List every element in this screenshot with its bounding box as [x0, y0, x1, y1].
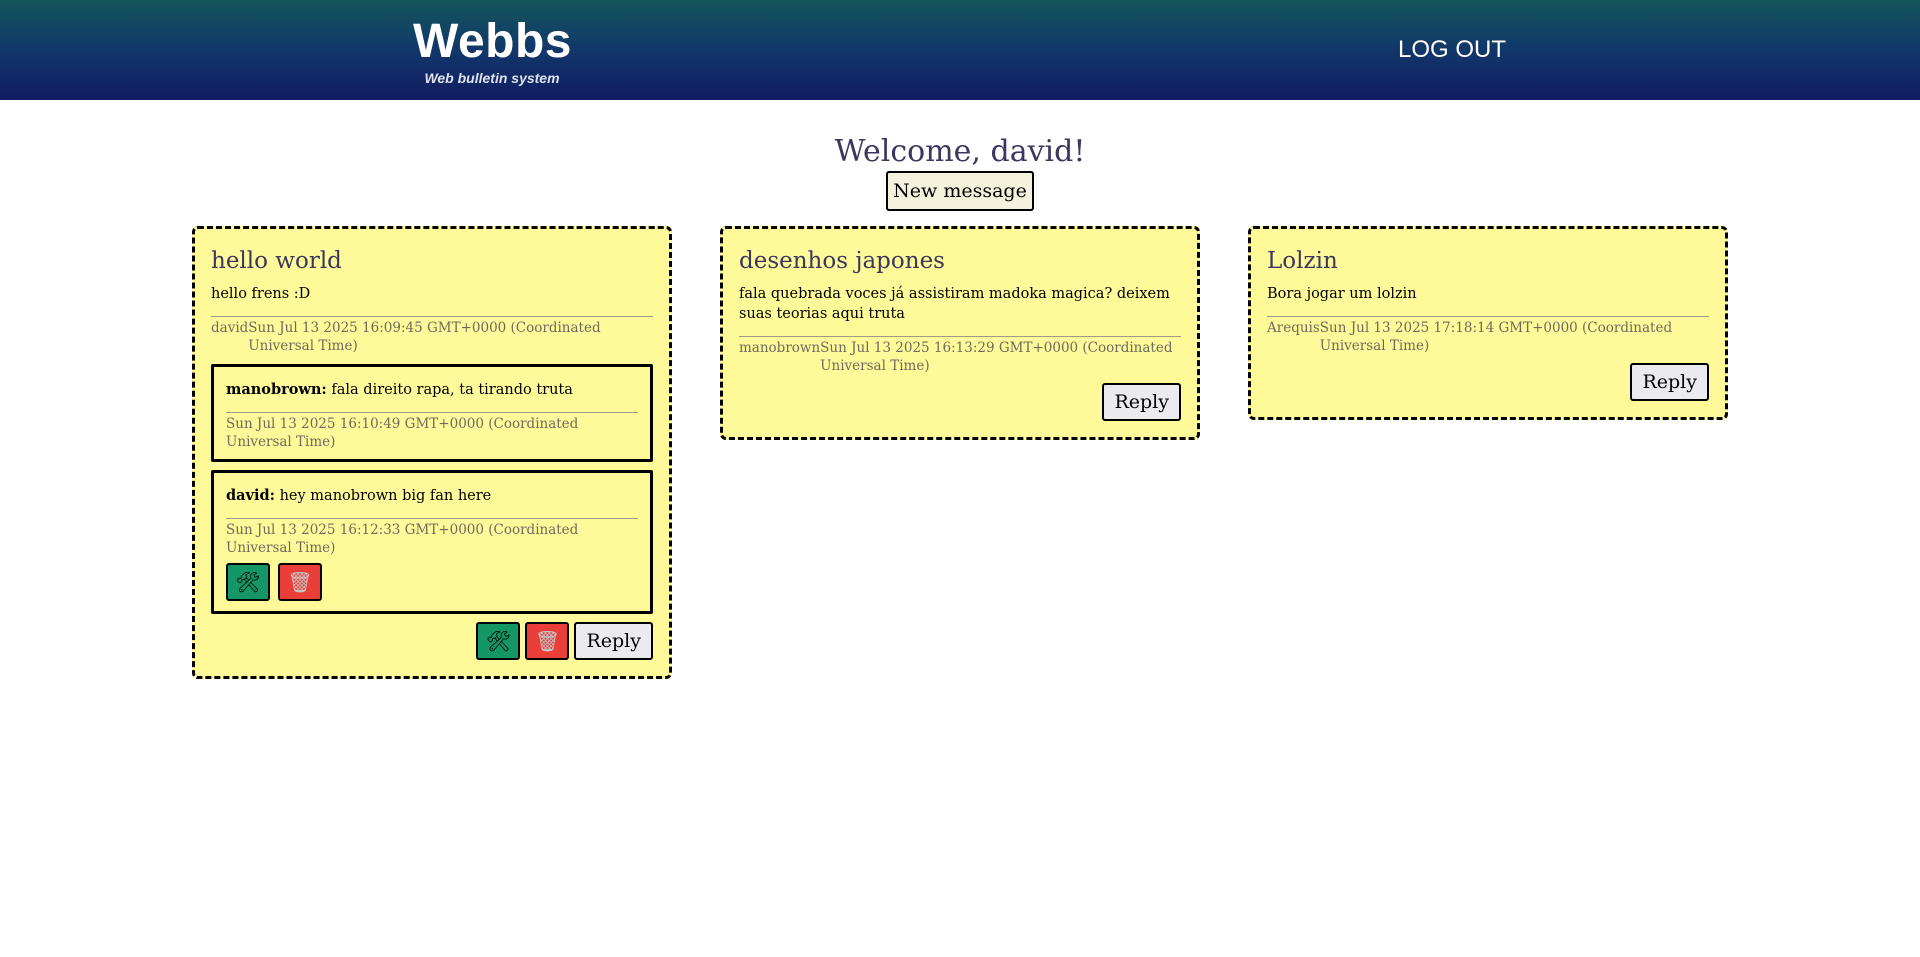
reply-item: manobrown: fala direito rapa, ta tirando… — [211, 364, 653, 462]
delete-reply-button[interactable]: 🗑 — [278, 563, 322, 601]
post-actions: Reply — [1267, 363, 1709, 401]
post-card: hello world hello frens :D david Sun Jul… — [192, 226, 672, 679]
edit-post-button[interactable]: 🛠 — [476, 622, 521, 660]
post-card: Lolzin Bora jogar um lolzin Arequis Sun … — [1248, 226, 1728, 420]
divider — [226, 518, 638, 519]
reply-button[interactable]: Reply — [1102, 383, 1181, 421]
brand: Webbs Web bulletin system — [413, 14, 571, 86]
divider — [1267, 316, 1709, 317]
divider — [739, 336, 1181, 337]
post-date: Sun Jul 13 2025 16:09:45 GMT+0000 (Coord… — [248, 320, 601, 354]
post-meta: david Sun Jul 13 2025 16:09:45 GMT+0000 … — [211, 319, 653, 355]
reply-item: david: hey manobrown big fan here Sun Ju… — [211, 470, 653, 614]
app-title: Webbs — [413, 15, 572, 68]
trash-basket-icon: 🗑 — [534, 629, 561, 653]
trash-basket-icon: 🗑 — [287, 570, 313, 594]
wrench-hammer-icon: 🛠 — [485, 629, 512, 653]
logout-link[interactable]: LOG OUT — [1398, 36, 1506, 64]
post-title: hello world — [211, 248, 342, 274]
app-header: Webbs Web bulletin system LOG OUT — [0, 0, 1920, 100]
post-body: hello frens :D — [211, 286, 311, 302]
post-author: manobrown — [739, 340, 821, 356]
app-subtitle: Web bulletin system — [424, 70, 560, 86]
wrench-hammer-icon: 🛠 — [235, 570, 261, 594]
post-body: fala quebrada voces já assistiram madoka… — [739, 286, 1170, 322]
reply-content: david: hey manobrown big fan here — [226, 486, 638, 506]
reply-meta: Sun Jul 13 2025 16:12:33 GMT+0000 (Coord… — [226, 521, 638, 557]
post-date: Sun Jul 13 2025 17:18:14 GMT+0000 (Coord… — [1319, 320, 1673, 354]
welcome-heading: Welcome, david! — [834, 134, 1086, 169]
reply-date: Sun Jul 13 2025 16:10:49 GMT+0000 (Coord… — [226, 416, 579, 450]
post-date: Sun Jul 13 2025 16:13:29 GMT+0000 (Coord… — [820, 340, 1173, 374]
reply-author: david: — [226, 487, 275, 504]
post-actions: Reply — [739, 383, 1181, 421]
post-meta: manobrown Sun Jul 13 2025 16:13:29 GMT+0… — [739, 339, 1181, 375]
reply-meta: Sun Jul 13 2025 16:10:49 GMT+0000 (Coord… — [226, 415, 638, 451]
reply-date: Sun Jul 13 2025 16:12:33 GMT+0000 (Coord… — [226, 522, 579, 556]
post-title: desenhos japones — [739, 248, 945, 274]
reply-actions: 🛠 🗑 — [226, 563, 638, 601]
reply-text: fala direito rapa, ta tirando truta — [326, 382, 573, 398]
post-body: Bora jogar um lolzin — [1267, 286, 1417, 302]
post-card: desenhos japones fala quebrada voces já … — [720, 226, 1200, 440]
reply-author: manobrown: — [226, 381, 327, 398]
reply-text: hey manobrown big fan here — [274, 488, 492, 504]
post-title: Lolzin — [1267, 248, 1338, 274]
reply-button[interactable]: Reply — [574, 622, 653, 660]
new-message-button[interactable]: New message — [886, 171, 1034, 211]
post-meta: Arequis Sun Jul 13 2025 17:18:14 GMT+000… — [1267, 319, 1709, 355]
edit-reply-button[interactable]: 🛠 — [226, 563, 270, 601]
reply-button[interactable]: Reply — [1630, 363, 1709, 401]
divider — [226, 412, 638, 413]
post-author: david — [211, 320, 249, 336]
delete-post-button[interactable]: 🗑 — [525, 622, 570, 660]
post-actions: 🛠 🗑 Reply — [211, 622, 653, 660]
divider — [211, 316, 653, 317]
reply-content: manobrown: fala direito rapa, ta tirando… — [226, 380, 638, 400]
post-author: Arequis — [1267, 320, 1320, 336]
